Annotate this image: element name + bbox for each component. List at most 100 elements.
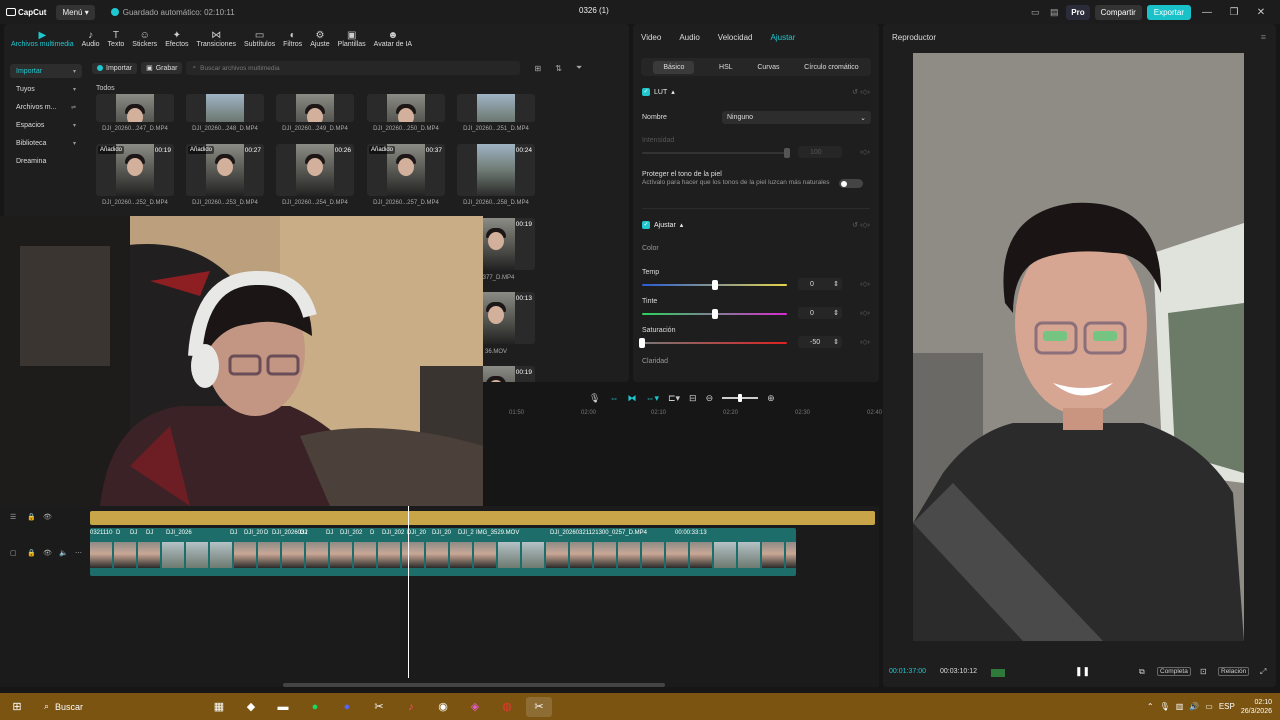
record-button[interactable]: ▣ Grabar (141, 62, 183, 74)
tab-1[interactable]: Audio (679, 33, 699, 42)
chevron-up-icon[interactable]: ⌃ (1147, 702, 1154, 711)
player-menu-icon[interactable]: ≡ (1261, 32, 1266, 42)
tab-audio[interactable]: ♪ Audio (79, 24, 103, 54)
widget-icon[interactable]: ▦ (206, 697, 232, 717)
crop-icon[interactable]: ⧉ (1139, 667, 1145, 677)
media-thumbnail[interactable] (186, 94, 264, 122)
battery-icon[interactable]: ▭ (1205, 702, 1213, 711)
sidebar-item-0[interactable]: Importar ▾ (10, 64, 82, 78)
media-thumbnail[interactable] (457, 94, 535, 122)
lut-checkbox[interactable]: ✓ (642, 88, 650, 96)
tab-templates[interactable]: ▣ Plantillas (335, 24, 369, 54)
slider-knob[interactable] (639, 338, 645, 348)
effect-track-clip[interactable] (90, 511, 875, 525)
maximize-icon[interactable]: ❐ (1223, 7, 1245, 18)
clip-label[interactable]: DJI_20260321121300_0257_D.MP4 (550, 530, 647, 536)
timeline-ruler[interactable]: 01:50 02:00 02:10 02:20 02:30 02:40 (483, 408, 882, 420)
adjust-reset-icon[interactable]: ↺ ‹◇› (852, 221, 870, 229)
menu-button[interactable]: Menú ▾ (56, 4, 95, 20)
minimize-icon[interactable]: — (1196, 7, 1218, 18)
adjust-slider[interactable] (642, 309, 787, 319)
chrome-icon[interactable]: ◉ (430, 697, 456, 717)
zoom-in-icon[interactable]: ⊕ (767, 393, 775, 404)
subtab-2[interactable]: Curvas (757, 64, 779, 71)
capcut-active-icon[interactable]: ✂ (526, 696, 552, 717)
tab-effects[interactable]: ✦ Efectos (162, 24, 191, 54)
clip-label[interactable]: DJI_2026 (166, 530, 192, 536)
slider-value-input[interactable]: -50 ⇕ (798, 336, 842, 348)
tab-avatar[interactable]: ☻ Avatar de IA (371, 24, 415, 54)
preview-axis-icon[interactable]: ⊏▾ (668, 393, 680, 404)
tab-media[interactable]: ▶ Archivos multimedia (8, 24, 77, 54)
export-button[interactable]: Exportar (1146, 4, 1191, 20)
tab-2[interactable]: Velocidad (718, 33, 753, 42)
media-thumbnail[interactable] (96, 94, 174, 122)
clip-label[interactable]: DJI_202 (340, 530, 362, 536)
media-search-input[interactable]: ⌕ Buscar archivos multimedia (186, 61, 521, 75)
volume-icon[interactable]: 🔊 (1189, 702, 1199, 711)
layout-icon[interactable]: ▭ (1028, 7, 1042, 18)
clip-label[interactable]: DJ (326, 530, 333, 536)
clip-label[interactable]: DJ (130, 530, 137, 536)
full-quality-button[interactable]: Completa (1157, 667, 1191, 676)
clip-label[interactable]: DJ (146, 530, 153, 536)
adjust-slider[interactable] (642, 280, 787, 290)
subtab-0[interactable]: Básico (653, 60, 695, 74)
media-thumbnail[interactable]: Añadido 00:27 (186, 144, 264, 196)
microphone-icon[interactable]: 🎙 (1160, 702, 1170, 711)
clock[interactable]: 02:10 26/3/2026 (1241, 698, 1272, 716)
cover-icon[interactable]: ▢ (10, 549, 17, 557)
auto-snap-icon[interactable]: ⧓ (627, 393, 636, 404)
all-filter-label[interactable]: Todos (96, 85, 115, 92)
slider-knob[interactable] (711, 309, 718, 319)
clip-label[interactable]: DJ (230, 530, 237, 536)
discord-icon[interactable]: ● (334, 697, 360, 717)
clip-label[interactable]: DJI_20 (244, 530, 263, 536)
project-title[interactable]: 0326 (1) (579, 6, 609, 15)
clip-label[interactable]: D (264, 530, 268, 536)
media-thumbnail[interactable]: 00:26 (276, 144, 354, 196)
shortcuts-icon[interactable]: ▤ (1047, 7, 1061, 18)
zoom-out-icon[interactable]: ⊖ (706, 393, 714, 404)
visibility-icon[interactable]: 👁 (43, 513, 52, 521)
clip-label[interactable]: DJI_202 (382, 530, 404, 536)
subtab-3[interactable]: Círculo cromático (804, 64, 858, 71)
tab-transitions[interactable]: ⋈ Transiciones (194, 24, 239, 54)
sidebar-item-2[interactable]: Archivos m... ⇌ (10, 100, 82, 114)
lut-name-dropdown[interactable]: Ninguno ⌄ (722, 111, 871, 124)
media-thumbnail[interactable]: Añadido 00:19 (96, 144, 174, 196)
slider-knob[interactable] (711, 280, 718, 290)
share-button[interactable]: Compartir (1094, 4, 1142, 20)
skin-protect-toggle[interactable] (839, 179, 863, 188)
spotify-icon[interactable]: ● (302, 697, 328, 717)
clip-label[interactable]: D (370, 530, 374, 536)
clip-label[interactable]: DJI_2 (458, 530, 474, 536)
view-toggle-icon[interactable]: ⊞ (534, 64, 541, 73)
media-thumbnail[interactable] (276, 94, 354, 122)
taskbar-search[interactable]: ⌕ Buscar (36, 697, 206, 717)
slider-value-input[interactable]: 0 ⇕ (798, 278, 842, 290)
stepper-icon[interactable]: ⇕ (833, 280, 839, 288)
track-settings-icon[interactable]: ☰ (10, 513, 16, 521)
tab-3[interactable]: Ajustar (771, 33, 796, 42)
clip-label[interactable]: 00:00:33:13 (675, 530, 707, 536)
player-video-frame[interactable] (913, 53, 1244, 641)
keyframe-icon[interactable]: ‹◇› (860, 280, 870, 288)
main-video-track[interactable]: 0321110 D DJ DJ DJI_2026 DJ DJI_20 D DJI_2026032… (90, 528, 796, 576)
media-thumbnail[interactable] (367, 94, 445, 122)
tab-text[interactable]: T Texto (105, 24, 128, 54)
import-button[interactable]: Importar (92, 62, 138, 74)
media-thumbnail[interactable]: Añadido 00:37 (367, 144, 445, 196)
clip-label[interactable]: IMG_3529.MOV (476, 530, 519, 536)
lut-reset-icon[interactable]: ↺ ‹◇› (852, 88, 870, 96)
stepper-icon[interactable]: ⇕ (833, 338, 839, 346)
keyframe-icon[interactable]: ‹◇› (860, 338, 870, 346)
collapse-icon[interactable]: ▴ (671, 88, 675, 96)
tab-filters[interactable]: ◐ Filtros (280, 24, 305, 54)
main-track-magnet-icon[interactable]: ⇔ (609, 393, 618, 403)
sidebar-item-3[interactable]: Espacios ▾ (10, 118, 82, 132)
capcut-taskbar-icon[interactable]: ✂ (366, 697, 392, 717)
mute-icon[interactable]: 🔈 (59, 549, 68, 557)
network-icon[interactable]: ▥ (1176, 702, 1184, 711)
microphone-icon[interactable]: 🎙 (589, 393, 600, 404)
